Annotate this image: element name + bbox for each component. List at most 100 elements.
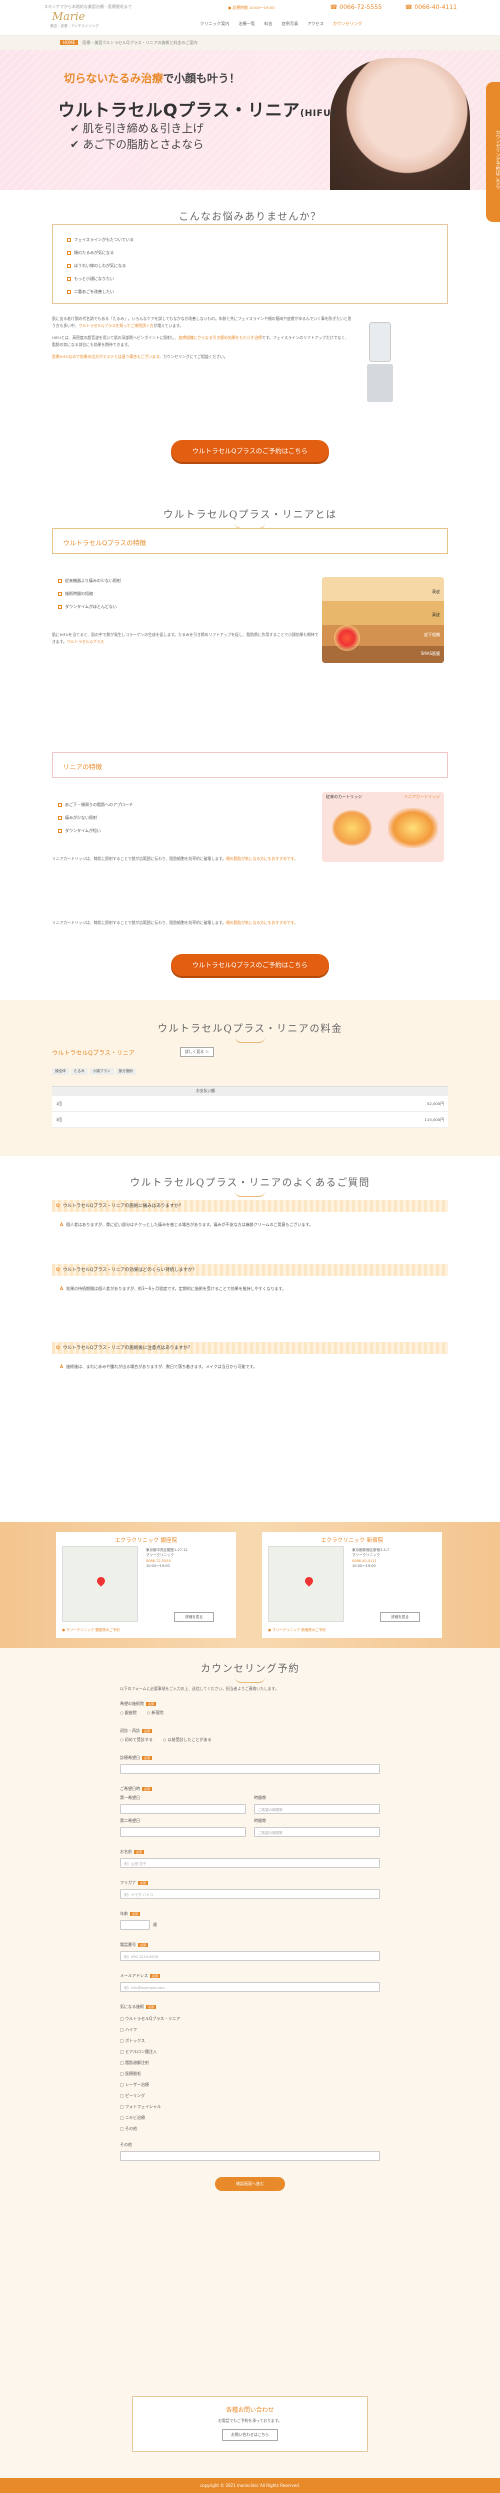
- phone-ginza[interactable]: ☎ 0066-72-5555: [330, 4, 382, 11]
- clinic-detail-button[interactable]: 詳細を見る: [174, 1612, 214, 1622]
- contact-text: お電話でもご予約を承っております。: [218, 2418, 282, 2423]
- interest-checkbox[interactable]: □ 医療脱毛: [120, 2068, 380, 2079]
- worries-list: フェイスラインがもたついている 頬のたるみが気になる ほうれい線のしわが気になる…: [52, 224, 448, 304]
- price-more-button[interactable]: 詳しく見る ＞: [180, 1047, 214, 1057]
- table-row: 3回 115,000円: [52, 1112, 448, 1128]
- clinic-title: エクラクリニック 新宿院: [320, 1538, 384, 1544]
- price-title-wrap: ウルトラセルQプラス・リニアの料金: [0, 1012, 500, 1043]
- price-tabs: 顔全体 たるみ 小顔プラン 部分施術: [52, 1068, 136, 1075]
- radio-first-visit[interactable]: ○ 初めて受診する: [120, 1737, 153, 1743]
- interest-checkbox[interactable]: □ ヒアルロン酸注入: [120, 2046, 380, 2057]
- first-time-select[interactable]: ご希望の時間帯: [254, 1803, 380, 1814]
- faq-section: ウルトラセルQプラス・リニアのよくあるご質問: [0, 1166, 500, 1197]
- clinic-title: エクラクリニック 銀座院: [114, 1538, 178, 1544]
- other-input[interactable]: [120, 2150, 380, 2161]
- feature-item: 痛みが少ない照射: [58, 811, 308, 824]
- hero-catch: 切らないたるみ治療で小顔も叶う！: [64, 72, 240, 85]
- form-label-interest: 気になる施術 必須: [120, 2003, 157, 2009]
- feature-item: ダウンタイムがほとんどない: [58, 600, 318, 613]
- nav-item-counseling[interactable]: カウンセリング: [333, 21, 362, 27]
- interest-checkbox[interactable]: □ 脂肪溶解注射: [120, 2057, 380, 2068]
- phone-shinjuku[interactable]: ☎ 0066-40-4111: [405, 4, 457, 11]
- radio-ginza[interactable]: ○ 銀座院: [120, 1710, 137, 1716]
- nav-item-access[interactable]: アクセス: [307, 21, 324, 27]
- table-header: お支払い額: [52, 1087, 448, 1096]
- hero-point-2: ✔ あご下の脂肪とさよなら: [70, 138, 204, 151]
- feature-item: 従来機器より痛みの少ない照射: [58, 574, 318, 587]
- tel-input[interactable]: 例）090-1234-5678: [120, 1950, 380, 1961]
- form-label-datetime: ご希望日時 必須: [120, 1785, 153, 1791]
- feature-item: 施術時間の短縮: [58, 587, 318, 600]
- second-date-input[interactable]: [120, 1826, 246, 1837]
- cartridge-comparison: 従来のカートリッジ リニアカートリッジ: [322, 792, 444, 862]
- interest-checkbox[interactable]: □ ピーリング: [120, 2090, 380, 2101]
- nav-item-clinic[interactable]: クリニック案内: [200, 21, 229, 27]
- form-label-mail: メールアドレス 必須: [120, 1972, 161, 1978]
- interest-checkbox[interactable]: □ ニキビ治療: [120, 2112, 380, 2123]
- reserve-button-2[interactable]: ウルトラセルQプラスのご予約はこちら: [171, 954, 329, 976]
- form-label-clinic: 希望の施術院 必須: [120, 1700, 157, 1706]
- tab-face[interactable]: 顔全体: [52, 1068, 69, 1075]
- contact-button[interactable]: お問い合わせはこちら: [222, 2428, 278, 2441]
- interest-checkbox[interactable]: □ ウルトラセルQプラス・リニア: [120, 2013, 380, 2024]
- worry-item: ほうれい線のしわが気になる: [67, 259, 447, 272]
- interest-checkbox[interactable]: □ ボトックス: [120, 2035, 380, 2046]
- faq-question[interactable]: Q ウルトラセルQプラス・リニアの効果はどのくらい持続しますか？: [52, 1264, 448, 1276]
- form-label-name: お名前 必須: [120, 1848, 145, 1854]
- nav-item-price[interactable]: 料金: [264, 21, 272, 27]
- clinic-info: 東京都中央区銀座1-27-12 マリークリニック 0066-72-5555 10:00…: [146, 1548, 188, 1569]
- feature1-list: 従来機器より痛みの少ない照射 施術時間の短縮 ダウンタイムがほとんどない: [58, 574, 318, 613]
- faq-answer: A 個人差はありますが、骨に近い部分はチクっとした痛みを感じる場合があります。痛み…: [60, 1222, 314, 1227]
- first-date-input[interactable]: [120, 1803, 246, 1814]
- price-subtitle: ウルトラセルQプラス・リニア: [52, 1050, 135, 1057]
- clinic-map[interactable]: [62, 1546, 138, 1622]
- age-input[interactable]: [120, 1919, 150, 1930]
- radio-revisit[interactable]: ○ 以前受診したことがある: [163, 1737, 212, 1743]
- main-nav: クリニック案内 治療一覧 料金 症例写真 アクセス カウンセリング: [200, 21, 362, 27]
- kana-input[interactable]: 例）ヤマダ ハナコ: [120, 1888, 380, 1899]
- name-input[interactable]: 例）山田 花子: [120, 1857, 380, 1868]
- form-title: カウンセリング予約: [200, 1664, 300, 1675]
- interest-checkbox[interactable]: □ その他: [120, 2123, 380, 2134]
- worry-item: フェイスラインがもたついている: [67, 233, 447, 246]
- tab-sagging[interactable]: たるみ: [70, 1068, 88, 1075]
- submit-button[interactable]: 確認画面へ進む: [215, 2176, 285, 2191]
- interest-checkbox[interactable]: □ レーザー治療: [120, 2079, 380, 2090]
- second-time-select[interactable]: ご希望の時間帯: [254, 1826, 380, 1837]
- date-input[interactable]: [120, 1763, 380, 1774]
- feature2-text: リニアカートリッジは、線状に照射することで熱が広範囲に伝わり、脂肪細胞を効率的に…: [52, 856, 298, 861]
- clinic-reserve-link[interactable]: ● マリークリニック 新宿院のご予約: [268, 1628, 326, 1633]
- tab-small-face[interactable]: 小顔プラン: [89, 1068, 114, 1075]
- intro-text: 肌に出る老け顔の代名詞でもある「たるみ」。いろんなケアを試してもなかなか改善しな…: [52, 316, 352, 359]
- clinic-reserve-link[interactable]: ● マリークリニック 銀座院のご予約: [62, 1628, 120, 1633]
- label-second-date: 第二希望日: [120, 1817, 140, 1823]
- faq-question[interactable]: Q ウルトラセルQプラス・リニアの施術後に注意点はありますか？: [52, 1342, 448, 1354]
- site-logo[interactable]: Marie: [52, 10, 85, 23]
- breadcrumb-home[interactable]: HOME: [60, 40, 79, 45]
- clinic-card-ginza: エクラクリニック 銀座院 東京都中央区銀座1-27-12 マリークリニック 0066…: [56, 1532, 236, 1638]
- linear-note: リニアカートリッジは、線状に照射することで熱が広範囲に伝わり、脂肪細胞を効率的に…: [52, 920, 298, 925]
- hifu-machine-image: [365, 322, 395, 404]
- nav-item-cases[interactable]: 症例写真: [281, 21, 298, 27]
- tab-partial[interactable]: 部分施術: [115, 1068, 136, 1075]
- label-first-date: 第一希望日: [120, 1794, 140, 1800]
- radio-shinjuku[interactable]: ○ 新宿院: [147, 1710, 164, 1716]
- label-time: 時間帯: [254, 1794, 266, 1800]
- nav-item-treatments[interactable]: 治療一覧: [238, 21, 255, 27]
- map-pin-icon: [95, 1575, 107, 1587]
- email-input[interactable]: 例）info@example.com: [120, 1981, 380, 1992]
- feature-item: ダウンタイムが短い: [58, 824, 308, 837]
- faq-question[interactable]: Q ウルトラセルQプラス・リニアの施術に痛みはありますか？: [52, 1200, 448, 1212]
- clinic-detail-button[interactable]: 詳細を見る: [380, 1612, 420, 1622]
- clinic-map[interactable]: [268, 1546, 344, 1622]
- reserve-button-1[interactable]: ウルトラセルQプラスのご予約はこちら: [171, 440, 329, 462]
- interest-checkbox[interactable]: □ フォトフェイシャル: [120, 2101, 380, 2112]
- faq-title: ウルトラセルQプラス・リニアのよくあるご質問: [130, 1178, 370, 1189]
- map-pin-icon: [303, 1575, 315, 1587]
- clinic-card-shinjuku: エクラクリニック 新宿院 東京都新宿区新宿3-5-7 マリークリニック 0066-4…: [262, 1532, 442, 1638]
- form-label-tel: 電話番号 必須: [120, 1941, 149, 1947]
- form-title-wrap: カウンセリング予約: [0, 1652, 500, 1683]
- worries-title: こんなお悩みありませんか？: [178, 212, 322, 223]
- interest-checkbox[interactable]: □ ハイフ: [120, 2024, 380, 2035]
- faq-answer: A 効果の持続期間は個人差がありますが、約3〜6ヶ月程度です。定期的に施術を受ける…: [60, 1286, 287, 1291]
